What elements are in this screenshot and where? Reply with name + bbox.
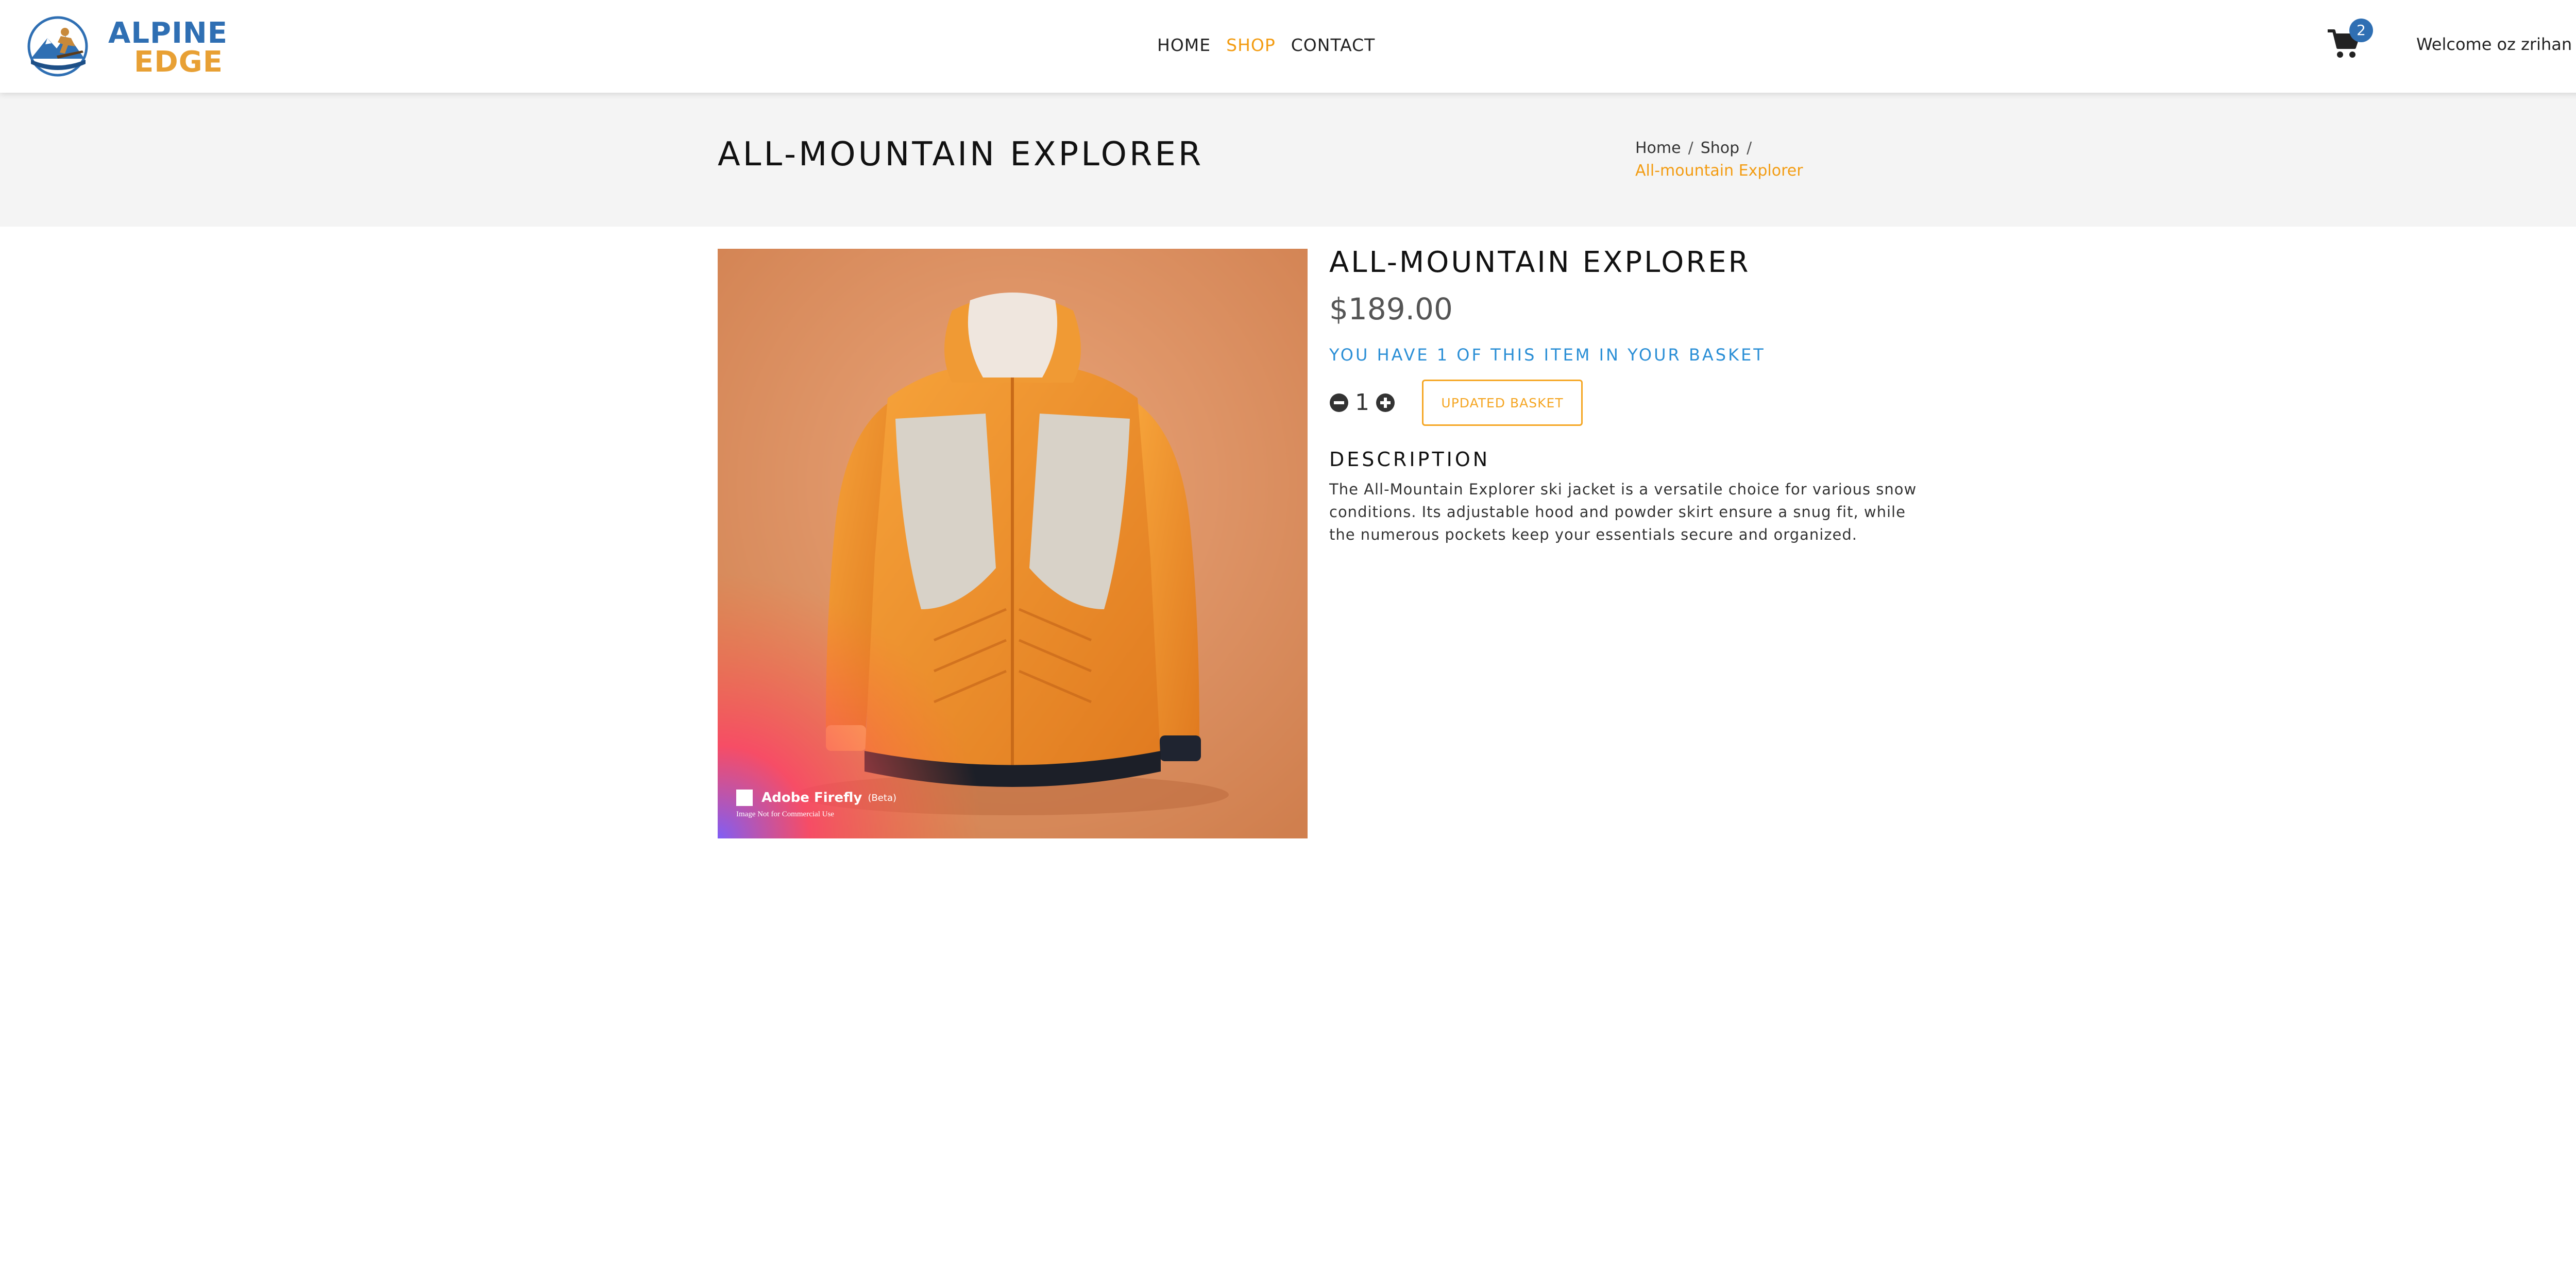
update-basket-button[interactable]: UPDATED BASKET	[1422, 380, 1583, 426]
page-title: ALL-MOUNTAIN EXPLORER	[718, 135, 1204, 174]
nav-link-home[interactable]: HOME	[1157, 33, 1211, 58]
description-heading: DESCRIPTION	[1329, 448, 1490, 471]
jacket-image	[718, 249, 1308, 838]
product-price: $189.00	[1329, 291, 1453, 327]
breadcrumb-separator: /	[1688, 139, 1693, 157]
minus-circle-icon[interactable]	[1329, 393, 1349, 413]
plus-circle-icon[interactable]	[1376, 393, 1395, 413]
nav-link-contact[interactable]: CONTACT	[1291, 33, 1376, 58]
welcome-text: Welcome oz zrihan	[2416, 35, 2572, 54]
breadcrumb-separator: /	[1747, 139, 1752, 157]
brand-name-bottom: EDGE	[134, 45, 223, 79]
navbar: ALPINE EDGE HOME SHOP CONTACT 2 Welcome …	[0, 0, 2576, 93]
quantity-stepper: 1 UPDATED BASKET	[1329, 379, 1583, 426]
cart-count-badge: 2	[2349, 19, 2373, 42]
brand-logo[interactable]: ALPINE EDGE	[27, 14, 227, 79]
watermark-text: Adobe Firefly	[761, 790, 862, 805]
quantity-value: 1	[1355, 389, 1369, 416]
breadcrumb: Home / Shop / All-mountain Explorer	[1635, 137, 1852, 182]
watermark-tag: (Beta)	[868, 792, 896, 803]
product-description: The All-Mountain Explorer ski jacket is …	[1329, 481, 1917, 543]
image-watermark: Adobe Firefly (Beta) Image Not for Comme…	[736, 790, 896, 819]
adobe-logo-icon	[736, 790, 753, 806]
product-image: Adobe Firefly (Beta) Image Not for Comme…	[718, 249, 1308, 838]
breadcrumb-shop[interactable]: Shop	[1701, 139, 1739, 157]
mountain-skier-logo-icon	[27, 16, 88, 77]
watermark-note: Image Not for Commercial Use	[736, 810, 834, 818]
breadcrumb-home[interactable]: Home	[1635, 139, 1681, 157]
main-nav: HOME SHOP CONTACT	[1157, 33, 1375, 58]
user-menu-toggle[interactable]: Welcome oz zrihan	[2416, 32, 2576, 57]
breadcrumb-current: All-mountain Explorer	[1635, 162, 1803, 180]
page-header-band	[0, 93, 2576, 227]
product-title: ALL-MOUNTAIN EXPLORER	[1329, 246, 1751, 279]
nav-link-shop[interactable]: SHOP	[1226, 33, 1276, 58]
basket-status-message: YOU HAVE 1 OF THIS ITEM IN YOUR BASKET	[1329, 345, 1766, 365]
